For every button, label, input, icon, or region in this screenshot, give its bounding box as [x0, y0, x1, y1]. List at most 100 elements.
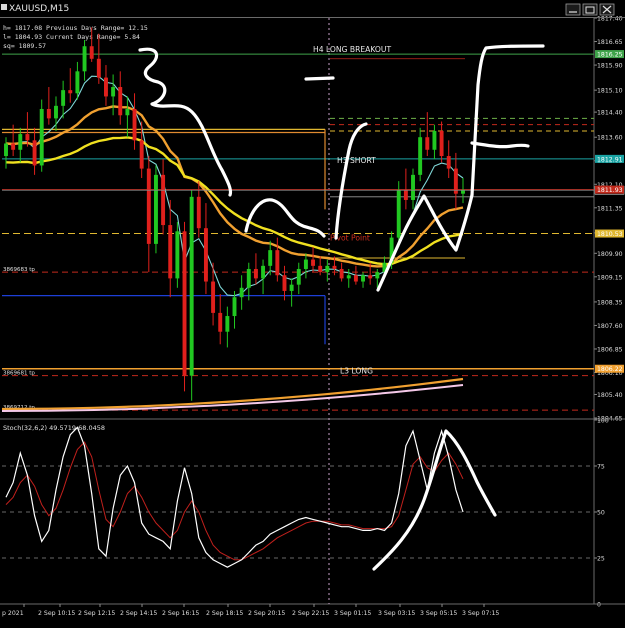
candle-body: [418, 137, 423, 175]
window-title: XAUUSD,M15: [9, 4, 69, 14]
stoch-tick-label: 75: [597, 464, 605, 471]
candle-body: [161, 174, 166, 226]
time-tick-label: 2 Sep 16:15: [162, 610, 199, 617]
price-tick-label: 1816.65: [597, 39, 623, 46]
candle-body: [39, 108, 44, 166]
candle-body: [275, 250, 280, 276]
level-label: H4 LONG BREAKOUT: [313, 45, 391, 54]
price-tag-label: 1816.25: [597, 52, 623, 59]
candle-body: [18, 134, 23, 150]
candle-body: [289, 284, 294, 291]
time-tick-label: 3 Sep 03:15: [378, 610, 415, 617]
candle-body: [82, 46, 87, 72]
candle-body: [311, 259, 316, 266]
candle-body: [368, 275, 373, 279]
candle-body: [439, 130, 444, 157]
price-tick-label: 1814.40: [597, 110, 623, 117]
candle-body: [75, 71, 80, 94]
time-tick-label: 3 Sep 01:15: [334, 610, 371, 617]
candle-body: [225, 316, 230, 332]
close-icon[interactable]: [599, 3, 615, 16]
candle-body: [189, 196, 194, 376]
candle-body: [339, 268, 344, 279]
candle-body: [4, 143, 8, 157]
candle-body: [118, 87, 123, 116]
stoch-tick-label: 25: [597, 556, 605, 563]
candle-body: [111, 87, 116, 97]
candle-body: [196, 196, 201, 229]
candle-body: [153, 174, 158, 244]
candle-body: [346, 275, 351, 279]
time-tick-label: 2 Sep 10:15: [38, 610, 75, 617]
price-tick-label: 1807.60: [597, 323, 623, 330]
title-bar: XAUUSD,M15: [0, 0, 625, 17]
time-tick-label: 2 Sep 20:15: [248, 610, 285, 617]
candle-body: [239, 287, 244, 298]
candle-body: [46, 108, 51, 119]
candle-body: [253, 268, 258, 279]
window-icon: [1, 4, 7, 10]
info-line-1: h= 1817.08 Previous Days Range= 12.15: [3, 24, 148, 32]
time-tick-label: 3 Sep 05:15: [420, 610, 457, 617]
candle-body: [125, 108, 130, 116]
candle-body: [325, 265, 330, 273]
candle-body: [403, 190, 408, 200]
candle-body: [54, 105, 58, 119]
tp-tag: 3869681 tp: [3, 371, 35, 377]
candle-body: [446, 156, 451, 169]
price-tick-label: 1813.60: [597, 135, 623, 142]
candle-body: [461, 190, 465, 194]
candle-body: [139, 140, 144, 169]
candle-body: [104, 77, 108, 97]
price-tag-label: 1810.53: [597, 231, 623, 238]
candle-body: [425, 137, 430, 150]
candle-body: [332, 265, 337, 269]
candle-body: [261, 265, 266, 279]
stoch-tick-label: 0: [597, 602, 601, 609]
candle-body: [168, 225, 173, 279]
level-label: L3 LONG: [340, 367, 373, 376]
level-label: H3 SHORT: [337, 156, 376, 165]
price-tick-label: 1817.40: [597, 16, 623, 23]
candle-body: [246, 268, 251, 288]
time-tick-label: 3 Sep 07:15: [462, 610, 499, 617]
time-tick-label: 2 Sep 14:15: [120, 610, 157, 617]
candle-body: [232, 297, 237, 317]
candle-body: [318, 265, 323, 273]
candle-body: [303, 259, 308, 269]
candle-body: [25, 134, 30, 141]
candle-body: [11, 143, 16, 150]
candle-body: [411, 174, 415, 200]
price-tag-label: 1811.93: [597, 187, 623, 194]
price-tick-label: 1815.10: [597, 88, 623, 95]
time-tick-label: 2 Sep 18:15: [206, 610, 243, 617]
candle-body: [182, 231, 187, 376]
candle-body: [282, 275, 287, 291]
chart-canvas[interactable]: XAUUSD,M15 h= 1817.08 Previous Days Rang…: [0, 0, 625, 624]
annotation-dash: [304, 76, 335, 81]
price-tick-label: 1809.15: [597, 274, 623, 281]
restore-icon[interactable]: [582, 3, 598, 16]
candle-body: [146, 168, 151, 244]
info-line-3: sq= 1809.57: [3, 42, 46, 50]
candle-body: [432, 130, 437, 150]
candle-body: [203, 228, 208, 282]
candle-body: [361, 275, 365, 282]
price-tick-label: 1805.40: [597, 392, 623, 399]
candle-body: [32, 140, 37, 166]
chart-window: XAUUSD,M15 h= 1817.08 Previous Days Rang…: [0, 0, 625, 624]
stoch-tick-label: 50: [597, 510, 605, 517]
candle-body: [211, 281, 216, 313]
candle-body: [175, 231, 180, 279]
candle-body: [296, 268, 301, 285]
price-tick-label: 1806.85: [597, 346, 623, 353]
price-tick-label: 1808.35: [597, 299, 623, 306]
candle-body: [375, 272, 380, 279]
stoch-title: Stoch(32,6,2) 49.5719 68.0458: [3, 424, 105, 432]
minimize-icon[interactable]: [565, 3, 581, 16]
info-line-2: l= 1804.93 Current Days Range= 5.84: [3, 33, 140, 41]
price-tick-label: 1811.35: [597, 205, 623, 212]
candle-body: [353, 275, 358, 282]
price-tick-label: 1809.90: [597, 251, 623, 258]
candle-body: [132, 108, 137, 141]
